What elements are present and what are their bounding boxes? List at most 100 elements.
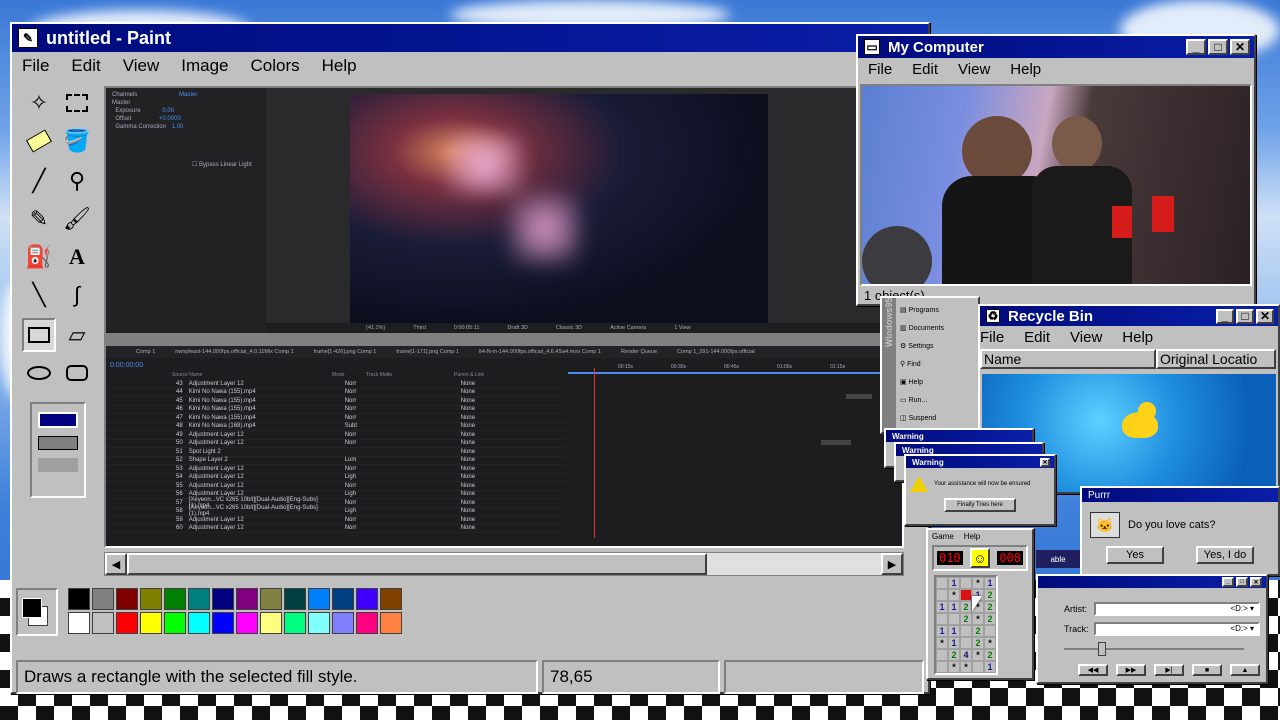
maximize-icon[interactable]: □: [1236, 577, 1248, 587]
color-swatch[interactable]: [116, 588, 138, 610]
smiley-face-icon[interactable]: ☺: [970, 548, 990, 568]
color-swatch[interactable]: [356, 612, 378, 634]
mine-cell[interactable]: 2: [948, 649, 960, 661]
close-icon[interactable]: ✕: [1040, 457, 1050, 467]
magnifier-icon[interactable]: ⚲: [60, 164, 94, 198]
mine-cell[interactable]: 2: [984, 601, 996, 613]
ae-layer-row[interactable]: 55 Adjustment Layer 12 Norr None: [106, 482, 566, 491]
start-item-programs[interactable]: ▤ Programs: [900, 302, 944, 320]
ae-tab-3[interactable]: frame[1-171].png Comp 1: [396, 349, 459, 355]
yes-i-do-button[interactable]: Yes, I do: [1196, 546, 1254, 564]
mine-cell[interactable]: 2: [972, 625, 984, 637]
color-swatch[interactable]: [260, 588, 282, 610]
ae-tab-6[interactable]: Comp 1_291-144.000fps.official: [677, 349, 755, 355]
mine-cell[interactable]: [960, 577, 972, 589]
cd-player-titlebar[interactable]: _ □ ✕: [1038, 576, 1266, 588]
menu-edit[interactable]: Edit: [71, 56, 100, 76]
mine-cell[interactable]: [972, 661, 984, 673]
mine-cell[interactable]: 2: [984, 649, 996, 661]
ae-tab-4[interactable]: lt4-N-m-144.000fps.official_4.6.4Sa4.mov…: [479, 349, 601, 355]
ae-layer-row[interactable]: 50 Adjustment Layer 12 Norr None: [106, 440, 566, 448]
ae-layer-row[interactable]: 48 Kimi No Nawa (168).mp4 Subt None: [106, 423, 566, 431]
ae-layer-row[interactable]: 54 Adjustment Layer 12 Ligh None: [106, 474, 566, 482]
fill-icon[interactable]: 🪣: [60, 124, 94, 158]
color-swatch[interactable]: [236, 612, 258, 634]
color-swatch[interactable]: [284, 588, 306, 610]
menu-file[interactable]: File: [22, 56, 49, 76]
close-icon[interactable]: ✕: [1256, 308, 1274, 324]
mine-cell[interactable]: [960, 589, 972, 601]
ae-tab-1[interactable]: nwnpfeast-144.000fps.official_4.0.11Mix …: [175, 349, 293, 355]
mine-cell[interactable]: 1: [948, 577, 960, 589]
mine-cell[interactable]: 2: [984, 613, 996, 625]
menu-help[interactable]: Help: [964, 532, 980, 541]
mine-cell[interactable]: 1: [984, 577, 996, 589]
recycle-bin-titlebar[interactable]: ♻ Recycle Bin _ □ ✕: [980, 306, 1278, 326]
text-icon[interactable]: A: [60, 240, 94, 274]
scroll-thumb[interactable]: [127, 553, 707, 575]
ae-layer-row[interactable]: 53 Adjustment Layer 12 Norr None: [106, 465, 566, 474]
mine-cell[interactable]: 1: [984, 661, 996, 673]
warning-ok-button[interactable]: Finally Tries here: [944, 498, 1016, 512]
mine-cell[interactable]: [936, 649, 948, 661]
menu-view[interactable]: View: [123, 56, 160, 76]
mine-cell[interactable]: [948, 613, 960, 625]
ae-prop-bypass[interactable]: ☐ Bypass Linear Light: [192, 161, 260, 169]
select-icon[interactable]: [60, 86, 94, 120]
ae-playhead[interactable]: [594, 368, 595, 538]
minimize-icon[interactable]: _: [1216, 308, 1234, 324]
eraser-icon[interactable]: [22, 124, 56, 158]
color-swatch[interactable]: [356, 588, 378, 610]
eyedropper-icon[interactable]: ╱: [22, 164, 56, 198]
mine-cell[interactable]: 1: [948, 637, 960, 649]
mine-cell[interactable]: 4: [960, 649, 972, 661]
rewind-icon[interactable]: ◀◀: [1078, 664, 1108, 676]
color-swatch[interactable]: [284, 612, 306, 634]
color-swatch[interactable]: [212, 588, 234, 610]
fast-forward-icon[interactable]: ▶▶: [1116, 664, 1146, 676]
minimize-icon[interactable]: _: [1186, 39, 1206, 55]
ae-layer-row[interactable]: 45 Kimi No Nawa (155).mp4 Norr None: [106, 397, 566, 406]
color-swatch[interactable]: [140, 588, 162, 610]
mine-cell[interactable]: [960, 637, 972, 649]
pencil-icon[interactable]: ✎: [22, 202, 56, 236]
volume-slider[interactable]: [1064, 642, 1244, 656]
ae-layer-row[interactable]: 51 Spot Light 2 None: [106, 448, 566, 457]
mine-cell[interactable]: [984, 625, 996, 637]
menu-help[interactable]: Help: [322, 56, 357, 76]
mine-cell[interactable]: *: [984, 637, 996, 649]
ae-layer-row[interactable]: 44 Kimi No Nawa (155).mp4 Norr None: [106, 389, 566, 397]
purrr-titlebar[interactable]: Purrr: [1082, 488, 1278, 502]
start-item-settings[interactable]: ⚙ Settings: [900, 338, 944, 356]
mine-cell[interactable]: [936, 589, 948, 601]
menu-edit[interactable]: Edit: [1024, 329, 1050, 346]
start-item-help[interactable]: ▣ Help: [900, 374, 944, 392]
artist-select[interactable]: <D:> ▾: [1094, 602, 1260, 616]
polygon-icon[interactable]: ▱: [60, 318, 94, 352]
menu-view[interactable]: View: [1070, 329, 1102, 346]
column-name[interactable]: Name: [980, 349, 1156, 369]
ae-layer-row[interactable]: 49 Adjustment Layer 12 Norr None: [106, 431, 566, 440]
color-swatch[interactable]: [308, 612, 330, 634]
color-swatch[interactable]: [308, 588, 330, 610]
mine-cell[interactable]: *: [960, 661, 972, 673]
mine-cell[interactable]: *: [972, 649, 984, 661]
start-item-documents[interactable]: ▥ Documents: [900, 320, 944, 338]
mine-cell[interactable]: 1: [948, 625, 960, 637]
color-swatch[interactable]: [236, 588, 258, 610]
color-swatch[interactable]: [116, 612, 138, 634]
mine-cell[interactable]: 2: [972, 637, 984, 649]
paint-titlebar[interactable]: ✎ untitled - Paint: [12, 24, 928, 52]
mine-cell[interactable]: *: [948, 589, 960, 601]
maximize-icon[interactable]: □: [1208, 39, 1228, 55]
color-swatch[interactable]: [164, 588, 186, 610]
menu-help[interactable]: Help: [1122, 329, 1153, 346]
fill-style-selector[interactable]: [30, 402, 86, 498]
color-swatch[interactable]: [332, 588, 354, 610]
color-swatch[interactable]: [380, 612, 402, 634]
curve-icon[interactable]: ∫: [60, 278, 94, 312]
start-item-suspend[interactable]: ◫ Suspend: [900, 410, 944, 428]
ae-layer-bar[interactable]: [821, 440, 851, 445]
stop-icon[interactable]: ■: [1192, 664, 1222, 676]
start-item-run[interactable]: ▭ Run...: [900, 392, 944, 410]
